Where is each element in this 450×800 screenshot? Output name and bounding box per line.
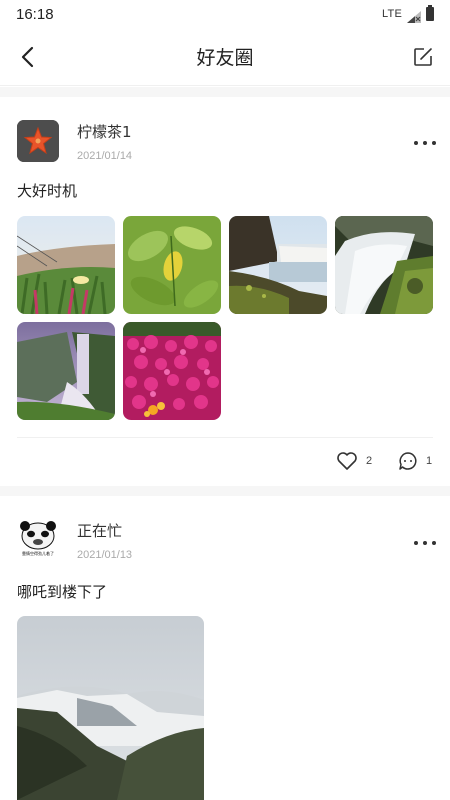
back-button[interactable] <box>12 42 42 72</box>
more-options-button[interactable] <box>414 136 436 150</box>
post-card: 靠情空得劲儿着了 正在忙 2021/01/13 哪吒到楼下了 <box>0 496 450 800</box>
status-indicators: LTE <box>382 5 434 23</box>
post-image[interactable] <box>17 616 204 800</box>
signal-icon <box>407 8 421 23</box>
post-image[interactable] <box>17 216 115 314</box>
section-gap <box>0 87 450 97</box>
status-bar: 16:18 LTE <box>0 0 450 28</box>
starfish-icon <box>17 120 59 162</box>
divider <box>17 437 433 438</box>
network-type: LTE <box>382 8 402 20</box>
avatar-caption: 靠情空得劲儿着了 <box>22 551 54 556</box>
post-text: 大好时机 <box>17 182 78 200</box>
dot <box>432 541 436 545</box>
avatar[interactable] <box>17 120 59 162</box>
post-image[interactable] <box>17 322 115 420</box>
post-author[interactable]: 柠檬茶1 <box>77 121 132 142</box>
comment-icon <box>399 452 417 470</box>
top-bar: 好友圈 <box>0 28 450 86</box>
status-time: 16:18 <box>16 5 54 23</box>
post-date: 2021/01/13 <box>77 549 133 561</box>
like-count: 2 <box>366 455 373 467</box>
section-gap <box>0 486 450 496</box>
back-arrow-icon <box>21 46 34 68</box>
dot <box>432 141 436 145</box>
post-author[interactable]: 正在忙 <box>77 520 122 541</box>
post-image[interactable] <box>229 216 327 314</box>
more-options-button[interactable] <box>414 536 436 550</box>
dot <box>414 541 418 545</box>
heart-icon <box>337 452 357 470</box>
comment-button[interactable]: 1 <box>398 451 432 471</box>
dot <box>414 141 418 145</box>
like-button[interactable]: 2 <box>336 451 372 471</box>
battery-icon <box>426 5 434 21</box>
comment-count: 1 <box>426 455 433 467</box>
post-card: 柠檬茶1 2021/01/14 大好时机 2 1 <box>0 97 450 485</box>
post-image[interactable] <box>123 322 221 420</box>
post-date: 2021/01/14 <box>77 150 133 162</box>
avatar[interactable]: 靠情空得劲儿着了 <box>17 518 59 560</box>
post-image[interactable] <box>123 216 221 314</box>
compose-button[interactable] <box>410 44 436 70</box>
edit-icon <box>414 48 432 66</box>
page-title: 好友圈 <box>196 47 254 69</box>
dot <box>423 541 427 545</box>
post-text: 哪吒到楼下了 <box>17 583 108 601</box>
dot <box>423 141 427 145</box>
post-image[interactable] <box>335 216 433 314</box>
